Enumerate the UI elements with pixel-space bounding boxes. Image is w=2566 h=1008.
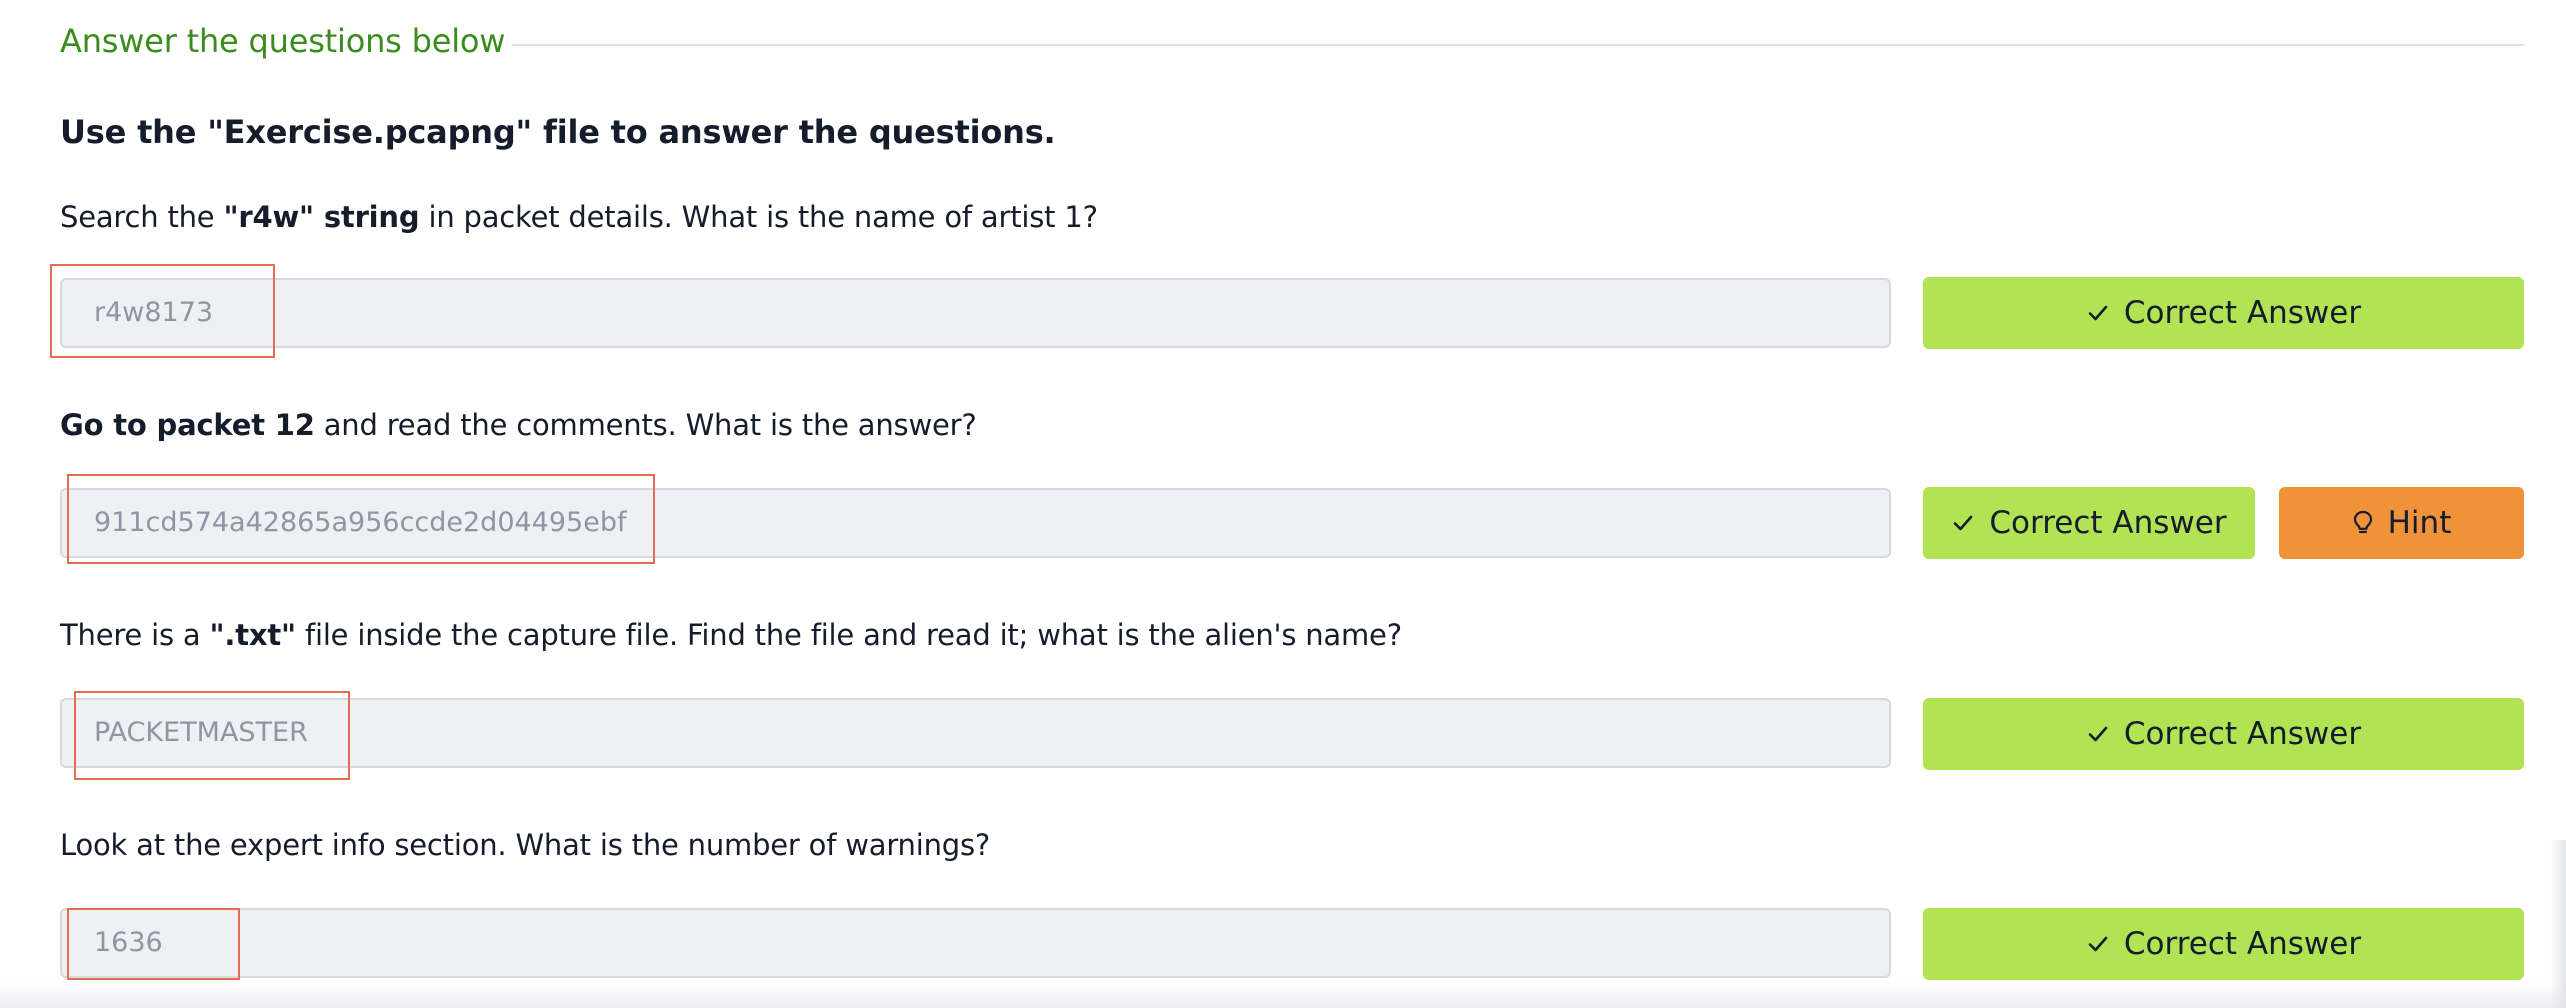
correct-answer-label: Correct Answer — [2123, 716, 2362, 752]
answer-input-1[interactable]: r4w8173 — [60, 278, 1891, 348]
question-1-post: in packet details. What is the name of a… — [419, 200, 1098, 234]
answer-input-2[interactable]: 911cd574a42865a956ccde2d04495ebf — [60, 488, 1891, 558]
correct-answer-button-1[interactable]: Correct Answer — [1923, 277, 2524, 349]
task-questions-panel: Answer the questions below Use the "Exer… — [0, 0, 2566, 1008]
question-3-bold: ".txt" — [209, 618, 296, 652]
hint-button[interactable]: Hint — [2279, 487, 2524, 559]
question-2-text: Go to packet 12 and read the comments. W… — [60, 408, 977, 442]
lightbulb-icon — [2352, 510, 2374, 536]
question-1-bold: "r4w" string — [223, 200, 420, 234]
section-title: Answer the questions below — [60, 22, 506, 60]
right-shadow — [2550, 840, 2566, 1008]
question-1-pre: Search the — [60, 200, 224, 234]
correct-answer-label: Correct Answer — [2123, 926, 2362, 962]
check-icon — [2086, 722, 2110, 746]
correct-answer-label: Correct Answer — [1989, 505, 2227, 541]
answer-input-4[interactable]: 1636 — [60, 908, 1891, 978]
correct-answer-button-4[interactable]: Correct Answer — [1923, 908, 2524, 980]
question-3-text: There is a ".txt" file inside the captur… — [60, 618, 1402, 652]
question-1-text: Search the "r4w" string in packet detail… — [60, 200, 1098, 234]
hint-label: Hint — [2387, 505, 2452, 541]
section-divider — [512, 44, 2524, 46]
check-icon — [1951, 511, 1975, 535]
question-3-pre: There is a — [60, 618, 210, 652]
correct-answer-button-3[interactable]: Correct Answer — [1923, 698, 2524, 770]
answer-input-3[interactable]: PACKETMASTER — [60, 698, 1891, 768]
question-4-text: Look at the expert info section. What is… — [60, 828, 991, 862]
correct-answer-button-2[interactable]: Correct Answer — [1923, 487, 2255, 559]
intro-heading: Use the "Exercise.pcapng" file to answer… — [60, 113, 1056, 151]
check-icon — [2086, 301, 2110, 325]
question-2-bold: Go to packet 12 — [60, 408, 315, 442]
correct-answer-label: Correct Answer — [2123, 295, 2362, 331]
question-3-post: file inside the capture file. Find the f… — [295, 618, 1402, 652]
question-2-post: and read the comments. What is the answe… — [314, 408, 977, 442]
bottom-shadow — [0, 982, 2566, 1008]
check-icon — [2086, 932, 2110, 956]
